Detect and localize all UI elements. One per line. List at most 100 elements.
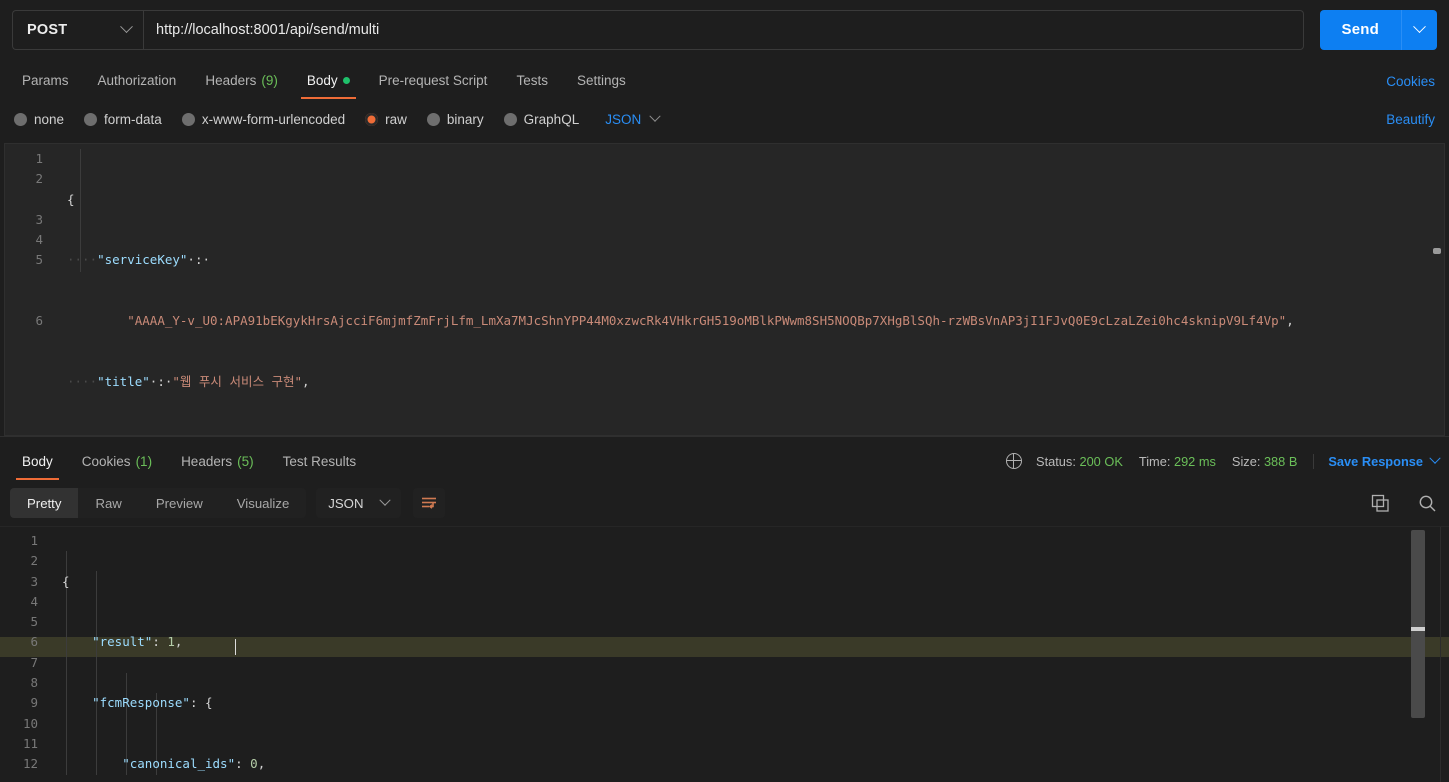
tab-label: Headers — [181, 454, 233, 469]
code-line: ····"serviceKey"·:· — [67, 252, 210, 268]
tab-label: Cookies — [81, 454, 131, 469]
response-format-select[interactable]: JSON — [316, 488, 402, 518]
line-number: 6 — [35, 313, 43, 329]
request-editor-scrollbar[interactable] — [1431, 144, 1443, 435]
response-meta: Status: 200 OK Time: 292 ms Size: 388 B … — [1005, 452, 1441, 469]
response-body-editor[interactable]: 1 2 3 4 5 6 7 8 9 10 11 12 { "result": 1, "fcmRespo… — [0, 526, 1449, 782]
tab-label: Authorization — [97, 73, 177, 88]
url-input[interactable]: http://localhost:8001/api/send/multi — [143, 9, 1304, 50]
response-tab-body[interactable]: Body — [12, 454, 63, 480]
beautify-link[interactable]: Beautify — [1386, 112, 1435, 127]
response-body-code: { "result": 1, "fcmResponse": { "canonic… — [62, 531, 1449, 782]
tab-headers[interactable]: Headers (9) — [195, 73, 288, 99]
scrollbar-thumb[interactable] — [1433, 248, 1441, 254]
code-line: "fcmResponse": { — [92, 695, 213, 711]
body-type-form-data[interactable]: form-data — [84, 112, 162, 127]
tab-settings[interactable]: Settings — [567, 73, 636, 99]
code-line: ····"title"·:·"웹 푸시 서비스 구현", — [67, 374, 310, 390]
line-number: 11 — [22, 735, 38, 751]
http-method-label: POST — [27, 21, 68, 38]
divider — [1313, 453, 1315, 469]
body-format-select[interactable]: JSON — [605, 110, 661, 127]
globe-icon — [1005, 452, 1023, 469]
response-toolbar: Pretty Raw Preview Visualize JSON — [0, 480, 1449, 526]
result-value: 1 — [167, 634, 175, 650]
size-label: Size: — [1231, 453, 1261, 469]
line-number: 4 — [35, 232, 43, 248]
time-value: 292 ms — [1173, 453, 1216, 469]
line-number: 12 — [22, 756, 38, 772]
search-button[interactable] — [1418, 494, 1437, 513]
line-number: 2 — [30, 553, 38, 569]
chevron-down-icon — [649, 110, 661, 122]
wrap-lines-icon — [421, 497, 436, 509]
tab-label: Settings — [576, 73, 626, 88]
body-type-urlencoded[interactable]: x-www-form-urlencoded — [181, 112, 345, 127]
save-response-button[interactable]: Save Response — [1328, 454, 1423, 469]
line-number: 1 — [35, 151, 43, 166]
radio-icon-selected — [365, 112, 379, 126]
chevron-down-icon — [1413, 20, 1426, 34]
radio-icon — [84, 112, 98, 126]
time-badge: Time: 292 ms — [1139, 454, 1216, 469]
body-type-binary[interactable]: binary — [426, 112, 484, 127]
tab-params[interactable]: Params — [12, 73, 79, 99]
line-number: 4 — [30, 593, 38, 609]
view-mode-pretty[interactable]: Pretty — [10, 488, 79, 518]
tab-authorization[interactable]: Authorization — [88, 73, 187, 99]
postman-window: POST http://localhost:8001/api/send/mult… — [0, 0, 1449, 782]
response-tab-test-results[interactable]: Test Results — [273, 454, 367, 480]
send-options-button[interactable] — [1401, 9, 1437, 50]
tab-body[interactable]: Body — [297, 73, 360, 99]
status-badge: Status: 200 OK — [1036, 454, 1123, 469]
tab-label: Pre-request Script — [378, 73, 488, 88]
response-tab-headers[interactable]: Headers (5) — [171, 454, 264, 480]
tab-count: (5) — [237, 454, 254, 469]
tab-tests[interactable]: Tests — [506, 73, 558, 99]
copy-button[interactable] — [1371, 494, 1390, 513]
cookies-link[interactable]: Cookies — [1386, 74, 1435, 89]
tab-label: Body — [306, 73, 338, 88]
chevron-down-icon[interactable] — [1429, 452, 1441, 464]
code-line: { — [62, 573, 70, 589]
radio-label: form-data — [104, 111, 162, 127]
url-bar: POST http://localhost:8001/api/send/mult… — [0, 0, 1449, 59]
line-number: 5 — [30, 614, 38, 630]
copy-icon — [1371, 494, 1389, 512]
line-number: 6 — [30, 634, 38, 650]
scrollbar-position-marker — [1411, 627, 1425, 631]
view-mode-raw[interactable]: Raw — [78, 488, 138, 518]
line-number: 5 — [35, 252, 43, 268]
radio-label: raw — [385, 111, 407, 127]
line-number: 2 — [35, 171, 43, 187]
response-tools — [1371, 494, 1437, 513]
line-number: 8 — [30, 675, 38, 691]
body-type-raw[interactable]: raw — [365, 112, 407, 127]
body-type-none[interactable]: none — [14, 112, 64, 127]
response-view-mode-group: Pretty Raw Preview Visualize — [10, 488, 307, 518]
tab-count: (1) — [135, 454, 153, 469]
line-number: 7 — [30, 654, 38, 670]
tab-label: Headers — [205, 73, 257, 88]
http-method-select[interactable]: POST — [12, 9, 143, 50]
response-scrollbar-track[interactable] — [1440, 527, 1441, 782]
view-mode-preview[interactable]: Preview — [139, 488, 220, 518]
time-label: Time: — [1138, 453, 1171, 469]
line-number: 9 — [30, 695, 38, 711]
tab-label: Params — [22, 73, 69, 88]
response-scrollbar-thumb[interactable] — [1411, 530, 1425, 718]
response-tab-cookies[interactable]: Cookies (1) — [72, 454, 162, 480]
title-value: 웹 푸시 서비스 구현 — [179, 374, 295, 390]
body-type-graphql[interactable]: GraphQL — [503, 111, 580, 127]
send-button[interactable]: Send — [1319, 9, 1401, 50]
url-value: http://localhost:8001/api/send/multi — [156, 21, 380, 38]
radio-icon — [181, 112, 195, 126]
line-number — [5, 190, 55, 210]
view-mode-visualize[interactable]: Visualize — [220, 488, 307, 518]
request-body-code: { ····"serviceKey"·:· "AAAA_Y-v_U0:APA91… — [67, 149, 1444, 435]
size-badge: Size: 388 B — [1232, 454, 1297, 469]
request-body-editor[interactable]: 1 2 3 4 5 6 { ····"serviceKey"·:· "AAAA_Y-v_U… — [4, 143, 1445, 436]
radio-label: GraphQL — [523, 111, 580, 127]
tab-pre-request-script[interactable]: Pre-request Script — [369, 73, 498, 99]
wrap-lines-button[interactable] — [413, 488, 446, 518]
